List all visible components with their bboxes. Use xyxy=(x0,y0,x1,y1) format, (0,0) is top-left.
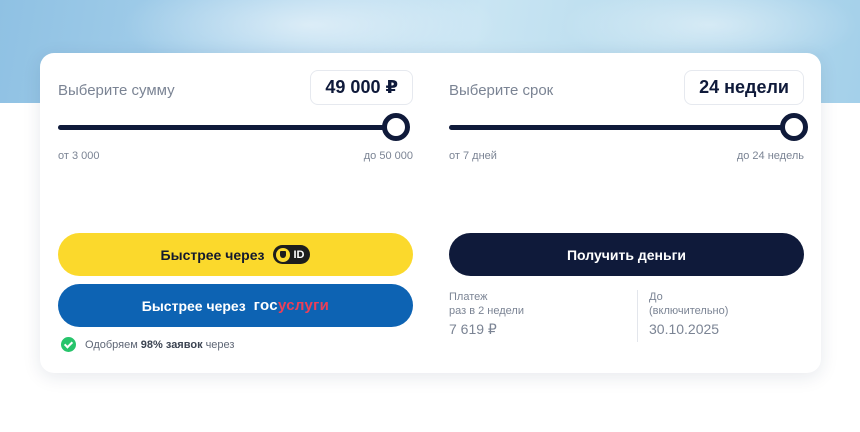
term-slider[interactable] xyxy=(449,113,808,141)
get-money-button[interactable]: Получить деньги xyxy=(449,233,804,276)
payment-value: 7 619 ₽ xyxy=(449,321,497,337)
term-slider-fill xyxy=(449,125,794,130)
gosuslugi-logo-part1: гос xyxy=(253,297,278,314)
loan-calculator-card: Выберите сумму 49 000 ₽ от 3 000 до 50 0… xyxy=(40,53,821,373)
tid-login-button[interactable]: Быстрее через ID xyxy=(58,233,413,276)
due-label-line1: До xyxy=(649,291,663,303)
due-label-line2: (включительно) xyxy=(649,305,729,317)
payment-label-line1: Платеж xyxy=(449,291,488,303)
payment-info: Платеж раз в 2 недели 7 619 ₽ xyxy=(449,290,619,336)
term-max-label: до 24 недель xyxy=(736,150,804,162)
term-label: Выберите срок xyxy=(449,82,554,99)
amount-min-label: от 3 000 xyxy=(58,150,100,162)
gos-button-label: Быстрее через xyxy=(141,297,246,314)
due-date-info: До (включительно) 30.10.2025 xyxy=(637,290,807,342)
amount-slider[interactable] xyxy=(58,113,413,141)
gosuslugi-login-button[interactable]: Быстрее через госуслуги xyxy=(58,284,413,327)
tid-button-label: Быстрее через xyxy=(160,246,265,263)
amount-slider-track xyxy=(58,125,403,130)
term-value-field[interactable]: 24 недели xyxy=(684,70,804,105)
term-min-label: от 7 дней xyxy=(449,150,497,162)
tid-badge-text: ID xyxy=(293,248,305,261)
amount-value-field[interactable]: 49 000 ₽ xyxy=(310,70,413,105)
approval-rate: 98% заявок xyxy=(140,338,203,351)
amount-max-label: до 50 000 xyxy=(363,150,413,162)
term-slider-thumb[interactable] xyxy=(780,113,808,141)
approval-prefix: Одобряем xyxy=(85,338,138,351)
shield-icon xyxy=(276,247,291,262)
amount-slider-fill xyxy=(58,125,397,130)
gosuslugi-logo-part2: услуги xyxy=(277,297,330,314)
amount-slider-thumb[interactable] xyxy=(382,113,411,141)
check-circle-icon xyxy=(61,337,76,352)
gosuslugi-logo: госуслуги xyxy=(254,297,330,314)
due-date-value: 30.10.2025 xyxy=(649,321,720,337)
payment-label-line2: раз в 2 недели xyxy=(449,305,524,317)
tid-badge: ID xyxy=(273,245,311,264)
approval-suffix: через xyxy=(205,338,235,351)
amount-label: Выберите сумму xyxy=(58,82,175,99)
term-slider-track xyxy=(449,125,794,130)
approval-note: Одобряем 98% заявок через xyxy=(61,337,234,352)
